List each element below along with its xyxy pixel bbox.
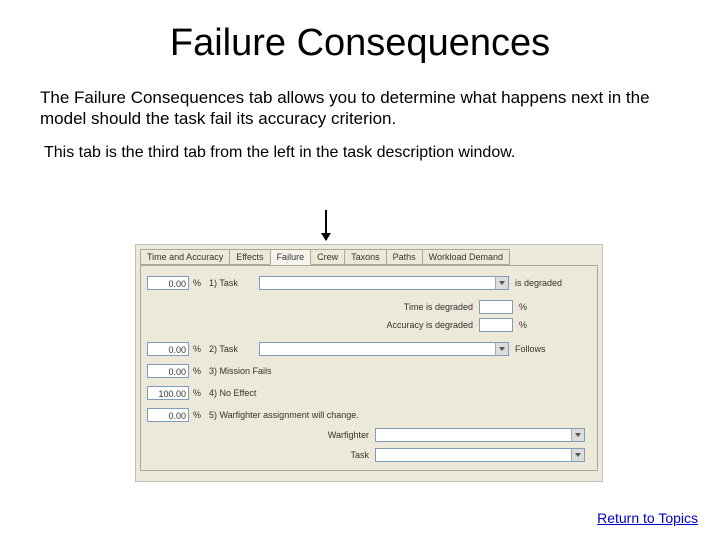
tab-effects[interactable]: Effects <box>229 249 270 265</box>
tab-taxons[interactable]: Taxons <box>344 249 387 265</box>
row3-label: 3) Mission Fails <box>209 366 272 376</box>
tab-failure[interactable]: Failure <box>270 249 312 265</box>
row5-value-input[interactable]: 0.00 <box>147 408 189 422</box>
row3-value-input[interactable]: 0.00 <box>147 364 189 378</box>
task-combo[interactable] <box>375 448 585 462</box>
tab-strip: Time and Accuracy Effects Failure Crew T… <box>136 245 602 265</box>
subnote-text: This tab is the third tab from the left … <box>44 144 680 162</box>
row5-label: 5) Warfighter assignment will change. <box>209 410 359 420</box>
row3-pct: % <box>193 366 205 376</box>
tab-paths[interactable]: Paths <box>386 249 423 265</box>
tab-body: 0.00 % 1) Task is degraded Time is degra… <box>140 265 598 471</box>
accuracy-degraded-unit: % <box>519 320 527 330</box>
row1-value-input[interactable]: 0.00 <box>147 276 189 290</box>
row5-pct: % <box>193 410 205 420</box>
row4-label: 4) No Effect <box>209 388 256 398</box>
row4-value-input[interactable]: 100.00 <box>147 386 189 400</box>
time-degraded-unit: % <box>519 302 527 312</box>
row1-suffix: is degraded <box>515 278 562 288</box>
intro-text: The Failure Consequences tab allows you … <box>40 87 680 130</box>
warfighter-label: Warfighter <box>309 430 369 440</box>
tab-workload-demand[interactable]: Workload Demand <box>422 249 510 265</box>
screenshot-panel: Time and Accuracy Effects Failure Crew T… <box>135 244 603 482</box>
row2-pct: % <box>193 344 205 354</box>
tab-time-and-accuracy[interactable]: Time and Accuracy <box>140 249 230 265</box>
time-degraded-input[interactable] <box>479 300 513 314</box>
row1-pct: % <box>193 278 205 288</box>
chevron-down-icon <box>571 429 584 441</box>
row1-label: 1) Task <box>209 278 238 288</box>
warfighter-combo[interactable] <box>375 428 585 442</box>
row2-label: 2) Task <box>209 344 238 354</box>
accuracy-degraded-label: Accuracy is degraded <box>363 320 473 330</box>
row1-task-combo[interactable] <box>259 276 509 290</box>
row2-value-input[interactable]: 0.00 <box>147 342 189 356</box>
pointer-arrow-icon <box>325 210 327 240</box>
row4-pct: % <box>193 388 205 398</box>
return-to-topics-link[interactable]: Return to Topics <box>597 510 698 526</box>
time-degraded-label: Time is degraded <box>363 302 473 312</box>
chevron-down-icon <box>571 449 584 461</box>
row2-task-combo[interactable] <box>259 342 509 356</box>
row2-suffix: Follows <box>515 344 546 354</box>
chevron-down-icon <box>495 343 508 355</box>
tab-crew[interactable]: Crew <box>310 249 345 265</box>
task-label: Task <box>309 450 369 460</box>
page-title: Failure Consequences <box>0 0 720 65</box>
chevron-down-icon <box>495 277 508 289</box>
accuracy-degraded-input[interactable] <box>479 318 513 332</box>
